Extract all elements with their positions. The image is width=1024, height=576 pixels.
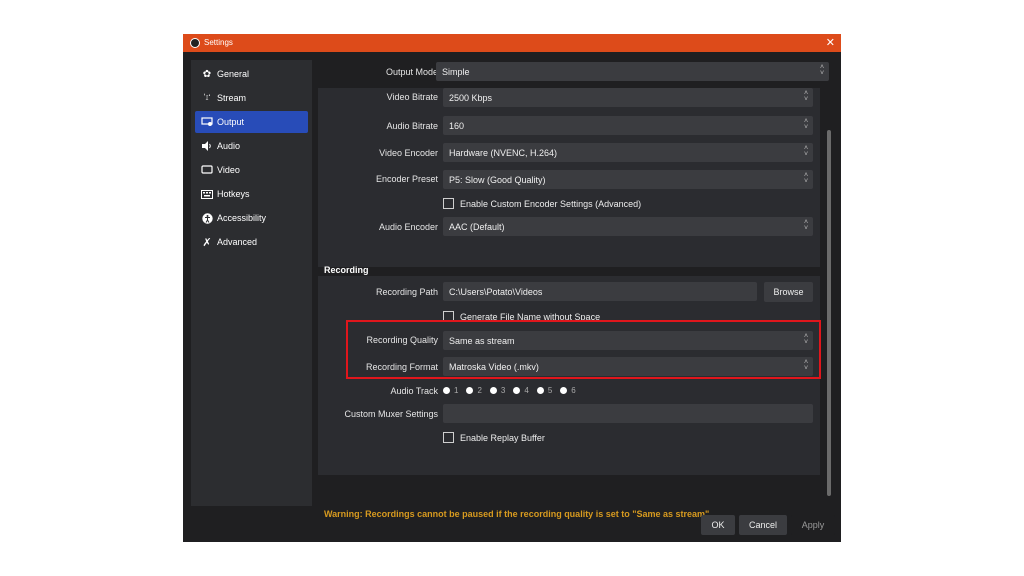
sidebar-item-label: Hotkeys <box>217 189 250 199</box>
sidebar-item-label: Advanced <box>217 237 258 247</box>
audio-track-radio[interactable] <box>560 387 568 394</box>
title-bar: Settings ✕ <box>183 34 841 52</box>
audio-track-radio[interactable] <box>513 387 521 394</box>
settings-client: ✿ General ʼ፤ʻ Stream Output Audio Video … <box>183 52 841 542</box>
audio-track-options: 1 2 3 4 5 6 <box>443 386 584 395</box>
sidebar-item-advanced[interactable]: ✗ Advanced <box>195 231 308 253</box>
sidebar-item-audio[interactable]: Audio <box>195 135 308 157</box>
sidebar-item-label: Audio <box>217 141 241 151</box>
video-encoder-value: Hardware (NVENC, H.264) <box>449 148 558 158</box>
sidebar-item-stream[interactable]: ʼ፤ʻ Stream <box>195 87 308 109</box>
dropdown-arrows-icon: ˄ ˅ <box>803 172 809 185</box>
sidebar-item-accessibility[interactable]: Accessibility <box>195 207 308 229</box>
audio-track-number: 3 <box>500 386 506 395</box>
window-title: Settings <box>204 38 233 47</box>
dropdown-arrows-icon: ˄ ˅ <box>819 64 825 77</box>
scrollbar[interactable] <box>827 130 831 496</box>
audio-encoder-select[interactable]: AAC (Default) ˄ ˅ <box>443 217 813 236</box>
cancel-button[interactable]: Cancel <box>739 515 787 535</box>
monitor-icon <box>201 164 213 176</box>
settings-sidebar: ✿ General ʼ፤ʻ Stream Output Audio Video … <box>191 60 312 506</box>
sidebar-item-label: Video <box>217 165 240 175</box>
video-encoder-select[interactable]: Hardware (NVENC, H.264) ˄ ˅ <box>443 143 813 162</box>
sidebar-item-output[interactable]: Output <box>195 111 308 133</box>
ok-button[interactable]: OK <box>701 515 735 535</box>
sidebar-item-label: Output <box>217 117 245 127</box>
video-bitrate-label: Video Bitrate <box>386 92 438 102</box>
video-bitrate-spinbox[interactable]: 2500 Kbps ˄ ˅ <box>443 88 813 107</box>
output-mode-select[interactable]: Simple ˄ ˅ <box>436 62 829 81</box>
keyboard-icon <box>201 188 213 200</box>
antenna-icon: ʼ፤ʻ <box>203 93 211 102</box>
speaker-icon <box>201 140 213 152</box>
recording-path-value: C:\Users\Potato\Videos <box>449 287 543 297</box>
dropdown-arrows-icon: ˄ ˅ <box>803 118 809 131</box>
custom-encoder-checkbox[interactable]: Enable Custom Encoder Settings (Advanced… <box>443 198 641 209</box>
audio-track-radio[interactable] <box>536 387 544 394</box>
encoder-preset-value: P5: Slow (Good Quality) <box>449 175 546 185</box>
audio-encoder-value: AAC (Default) <box>449 222 505 232</box>
encoder-preset-label: Encoder Preset <box>375 174 438 184</box>
recording-section-title: Recording <box>324 265 369 275</box>
sidebar-item-label: General <box>217 69 250 79</box>
settings-window: Settings ✕ ✿ General ʼ፤ʻ Stream Output A… <box>183 34 841 542</box>
checkbox-box[interactable] <box>443 432 454 443</box>
audio-bitrate-value: 160 <box>449 121 465 131</box>
custom-muxer-input[interactable] <box>443 404 813 423</box>
replay-buffer-checkbox[interactable]: Enable Replay Buffer <box>443 432 545 443</box>
audio-track-number: 2 <box>477 386 482 395</box>
audio-track-number: 5 <box>547 386 553 395</box>
audio-bitrate-label: Audio Bitrate <box>386 121 438 131</box>
sidebar-item-label: Stream <box>217 93 247 103</box>
checkbox-box[interactable] <box>443 198 454 209</box>
audio-track-radio[interactable] <box>443 387 450 394</box>
dropdown-arrows-icon: ˄ ˅ <box>803 219 809 232</box>
audio-encoder-label: Audio Encoder <box>378 222 438 232</box>
warning-text: Warning: Recordings cannot be paused if … <box>324 509 712 519</box>
accessibility-icon <box>201 212 213 224</box>
close-button[interactable]: ✕ <box>826 36 835 49</box>
sidebar-item-general[interactable]: ✿ General <box>195 63 308 85</box>
custom-muxer-label: Custom Muxer Settings <box>344 409 438 419</box>
sidebar-item-label: Accessibility <box>217 213 267 223</box>
replay-buffer-label: Enable Replay Buffer <box>460 432 545 443</box>
obs-logo-icon <box>190 38 200 48</box>
tools-icon: ✗ <box>202 236 212 249</box>
apply-button[interactable]: Apply <box>791 515 835 535</box>
output-mode-label: Output Mode <box>385 67 438 77</box>
dropdown-arrows-icon: ˄ ˅ <box>803 145 809 158</box>
video-bitrate-value: 2500 Kbps <box>449 93 493 103</box>
custom-encoder-checkbox-label: Enable Custom Encoder Settings (Advanced… <box>460 198 642 209</box>
encoder-preset-select[interactable]: P5: Slow (Good Quality) ˄ ˅ <box>443 170 813 189</box>
audio-bitrate-select[interactable]: 160 ˄ ˅ <box>443 116 813 135</box>
output-mode-value: Simple <box>442 67 470 77</box>
audio-track-number: 6 <box>571 386 576 395</box>
recording-path-input[interactable]: C:\Users\Potato\Videos <box>443 282 757 301</box>
output-icon <box>201 116 213 128</box>
browse-button[interactable]: Browse <box>764 282 813 302</box>
video-encoder-label: Video Encoder <box>379 148 438 158</box>
audio-track-radio[interactable] <box>466 387 474 394</box>
annotation-highlight-box <box>346 320 821 379</box>
audio-track-label: Audio Track <box>390 386 438 396</box>
sidebar-item-hotkeys[interactable]: Hotkeys <box>195 183 308 205</box>
audio-track-radio[interactable] <box>489 387 497 394</box>
recording-path-label: Recording Path <box>375 287 438 297</box>
spin-arrows-icon: ˄ ˅ <box>803 90 809 103</box>
sidebar-item-video[interactable]: Video <box>195 159 308 181</box>
gear-icon: ✿ <box>202 68 212 80</box>
audio-track-number: 1 <box>454 386 459 395</box>
audio-track-number: 4 <box>524 386 529 395</box>
